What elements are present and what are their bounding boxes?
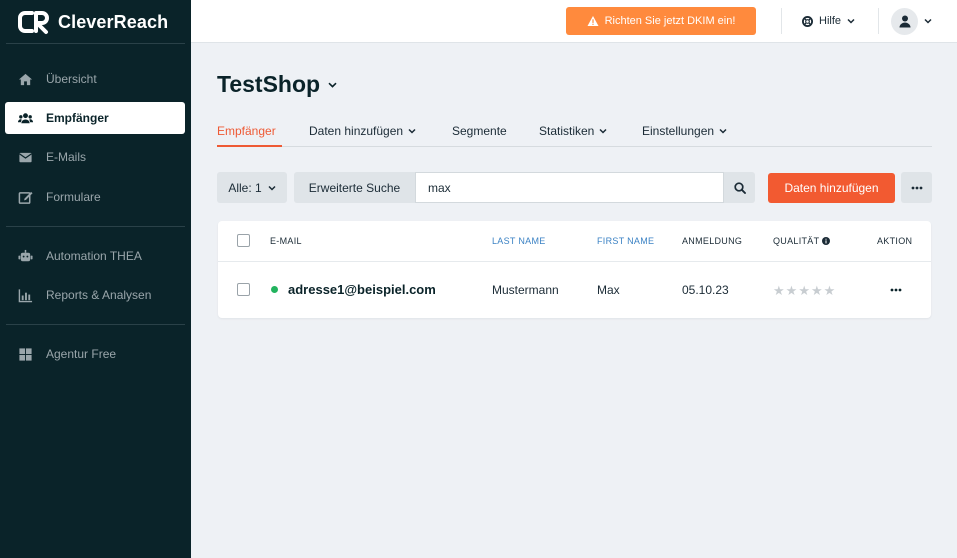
- sidebar-item-label: E-Mails: [46, 150, 87, 164]
- lifebuoy-icon: [802, 15, 813, 27]
- bar-chart-icon: [18, 288, 33, 302]
- topbar: Richten Sie jetzt DKIM ein! Hilfe: [191, 0, 957, 43]
- brand-name: CleverReach: [58, 11, 169, 32]
- sidebar-item-label: Übersicht: [46, 72, 97, 86]
- sidebar-item-overview[interactable]: Übersicht: [5, 63, 185, 95]
- sidebar-item-label: Empfänger: [46, 111, 109, 125]
- tab-add-data[interactable]: Daten hinzufügen: [309, 120, 416, 147]
- cleverreach-logo-icon: [18, 11, 49, 34]
- sidebar-item-reports[interactable]: Reports & Analysen: [5, 279, 185, 311]
- star-icon: ★: [785, 283, 798, 298]
- page-title-text: TestShop: [217, 71, 321, 97]
- avatar: [891, 7, 918, 35]
- sidebar-item-label: Agentur Free: [46, 347, 117, 361]
- sidebar: CleverReach Übersicht Empfänger E-Mails …: [0, 0, 191, 558]
- status-active-indicator: [271, 286, 278, 293]
- add-data-button[interactable]: Daten hinzufügen: [768, 173, 895, 203]
- more-options-button[interactable]: [901, 172, 932, 203]
- tab-label: Empfänger: [217, 124, 276, 138]
- recipient-email-link[interactable]: adresse1@beispiel.com: [288, 282, 436, 297]
- tab-label: Segmente: [452, 124, 507, 138]
- sidebar-item-recipients[interactable]: Empfänger: [5, 102, 185, 134]
- column-header-quality-label: QUALITÄT: [773, 236, 820, 246]
- column-header-quality: QUALITÄT: [773, 236, 831, 246]
- column-header-last-name[interactable]: LAST NAME: [492, 236, 546, 246]
- filter-label: Alle: 1: [228, 180, 262, 195]
- advanced-search-button[interactable]: Erweiterte Suche: [294, 172, 415, 203]
- star-icon: ★: [810, 283, 823, 298]
- topbar-divider: [781, 8, 782, 34]
- search-input[interactable]: [415, 172, 724, 203]
- search-button[interactable]: [724, 172, 755, 203]
- grid-icon: [19, 347, 32, 361]
- tab-label: Daten hinzufügen: [309, 124, 404, 138]
- chevron-down-icon: [719, 128, 727, 134]
- brand-logo[interactable]: CleverReach: [18, 8, 168, 36]
- column-header-first-name[interactable]: FIRST NAME: [597, 236, 654, 246]
- add-data-label: Daten hinzufügen: [784, 181, 879, 195]
- robot-icon: [18, 249, 33, 261]
- mail-icon: [19, 152, 32, 162]
- sidebar-item-label: Reports & Analysen: [46, 288, 152, 302]
- chevron-down-icon: [599, 128, 607, 134]
- user-icon: [899, 15, 910, 28]
- quality-rating: ★ ★ ★ ★ ★: [773, 284, 835, 297]
- tab-statistics[interactable]: Statistiken: [539, 120, 607, 147]
- users-icon: [18, 112, 33, 123]
- sidebar-item-label: Formulare: [46, 190, 101, 204]
- chevron-down-icon: [268, 185, 276, 191]
- chevron-down-icon: [924, 18, 932, 24]
- star-icon: ★: [798, 283, 810, 298]
- recipients-table: E-MAIL LAST NAME FIRST NAME ANMELDUNG QU…: [218, 221, 931, 318]
- column-header-signup: ANMELDUNG: [682, 236, 743, 246]
- star-icon: ★: [773, 283, 785, 298]
- page-title[interactable]: TestShop: [217, 71, 337, 98]
- info-icon[interactable]: [822, 237, 831, 245]
- sidebar-item-forms[interactable]: Formulare: [5, 181, 185, 213]
- sidebar-item-automation[interactable]: Automation THEA: [5, 240, 185, 272]
- column-header-action: AKTION: [877, 236, 913, 246]
- advanced-search-label: Erweiterte Suche: [308, 180, 401, 195]
- search-icon: [733, 181, 746, 194]
- sidebar-item-emails[interactable]: E-Mails: [5, 141, 185, 173]
- recipient-signup-date: 05.10.23: [682, 283, 729, 297]
- row-action-button[interactable]: [886, 283, 906, 297]
- sidebar-divider: [6, 226, 185, 227]
- recipient-first-name: Max: [597, 283, 620, 297]
- chevron-down-icon: [408, 128, 416, 134]
- tab-label: Statistiken: [539, 124, 595, 138]
- column-header-email: E-MAIL: [270, 236, 302, 246]
- tab-bar: Empfänger Daten hinzufügen Segmente Stat…: [217, 120, 932, 147]
- tab-segments[interactable]: Segmente: [452, 120, 507, 147]
- recipient-last-name: Mustermann: [492, 283, 559, 297]
- dkim-setup-label: Richten Sie jetzt DKIM ein!: [604, 15, 736, 27]
- row-checkbox[interactable]: [237, 283, 250, 296]
- chevron-down-icon: [328, 82, 337, 88]
- user-menu-button[interactable]: [891, 7, 932, 35]
- home-icon: [18, 73, 33, 85]
- chevron-down-icon: [847, 18, 855, 24]
- filter-dropdown[interactable]: Alle: 1: [217, 172, 287, 203]
- dkim-setup-button[interactable]: Richten Sie jetzt DKIM ein!: [566, 7, 756, 35]
- tab-recipients[interactable]: Empfänger: [217, 120, 282, 147]
- ellipsis-icon: [890, 288, 902, 292]
- sidebar-item-agency[interactable]: Agentur Free: [5, 338, 185, 370]
- table-header-divider: [218, 261, 931, 262]
- star-icon: ★: [823, 283, 836, 298]
- form-edit-icon: [18, 191, 33, 204]
- help-menu-button[interactable]: Hilfe: [802, 11, 855, 31]
- topbar-divider: [878, 8, 879, 34]
- sidebar-divider: [6, 324, 185, 325]
- tab-label: Einstellungen: [642, 124, 715, 138]
- sidebar-divider: [6, 43, 185, 44]
- ellipsis-icon: [911, 186, 922, 189]
- sidebar-item-label: Automation THEA: [46, 249, 142, 263]
- help-label: Hilfe: [819, 15, 842, 27]
- tab-settings[interactable]: Einstellungen: [642, 120, 727, 147]
- select-all-checkbox[interactable]: [237, 234, 250, 247]
- warning-icon: [587, 16, 599, 26]
